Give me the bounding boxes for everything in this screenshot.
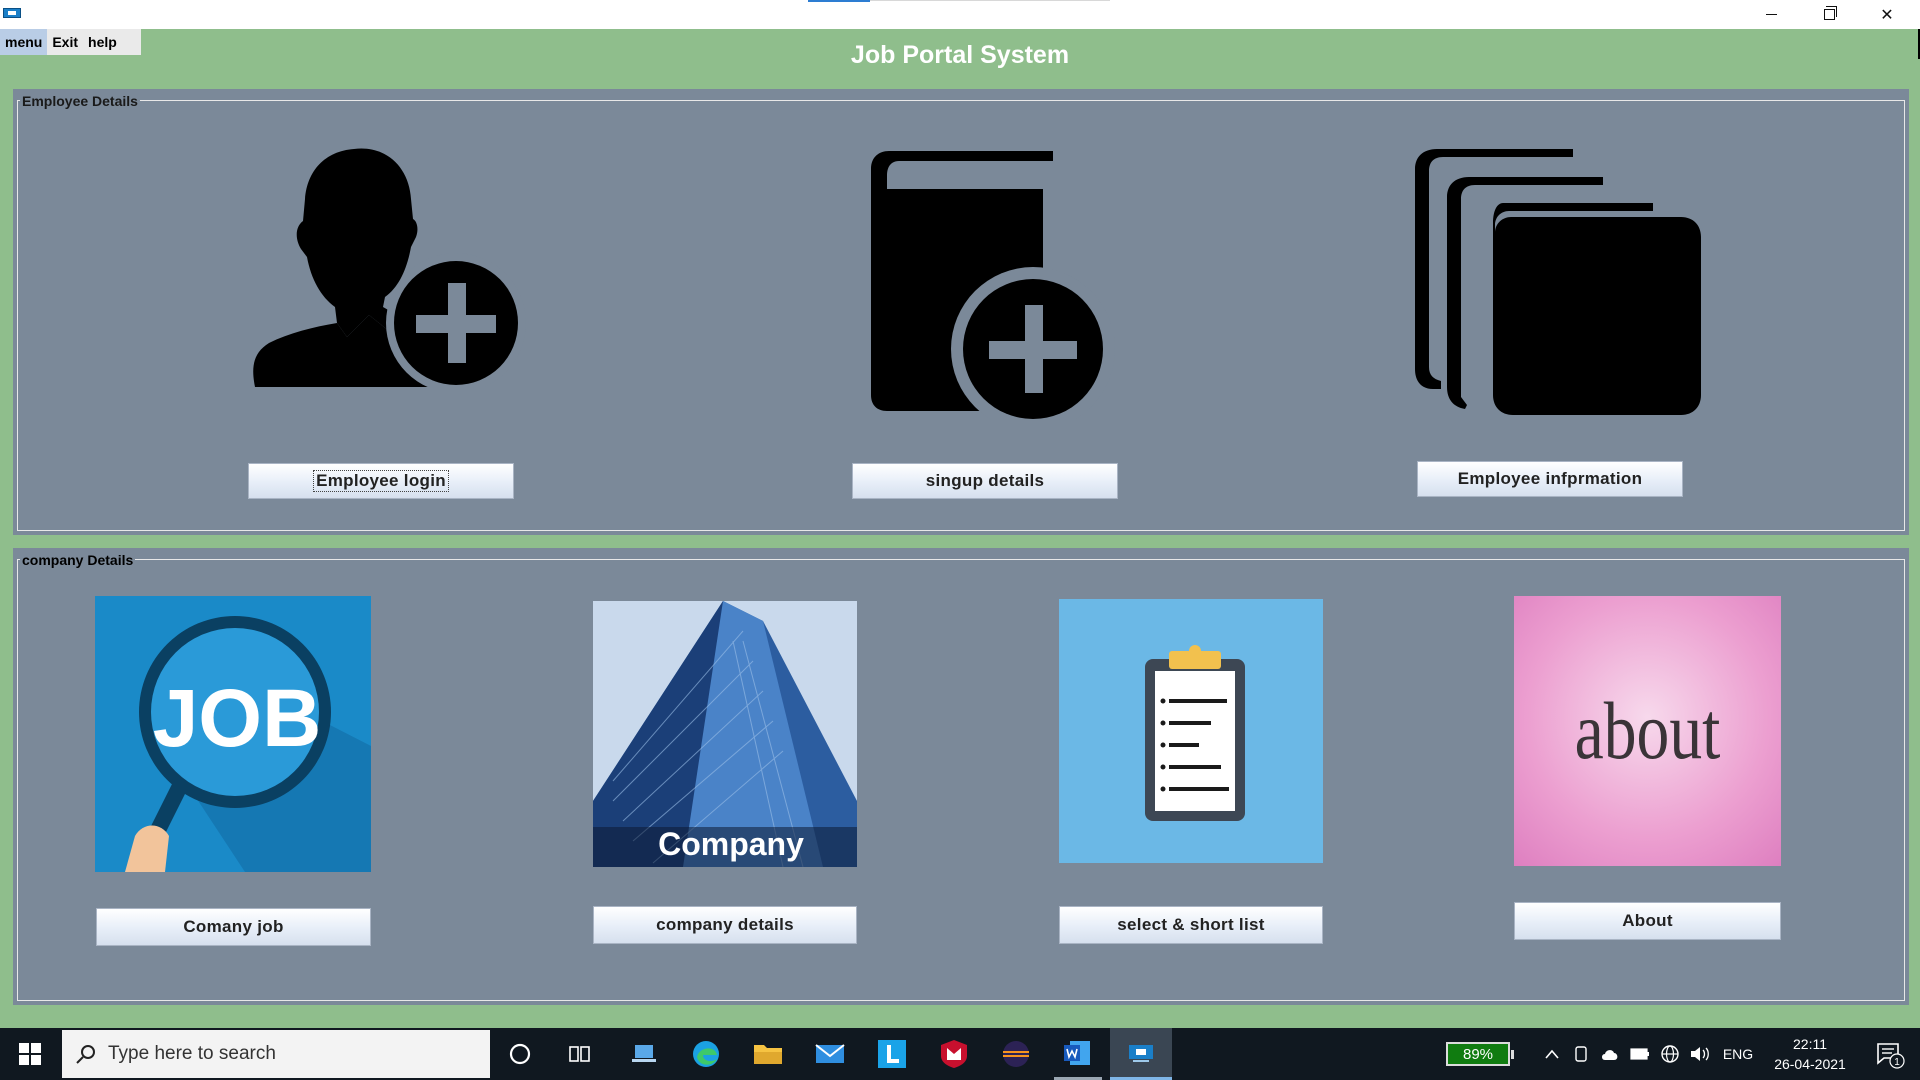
- search-placeholder: Type here to search: [108, 1043, 276, 1064]
- battery-indicator[interactable]: 89%: [1446, 1042, 1514, 1066]
- windows-taskbar: Type here to search 89% ENG 22:11 26-04-…: [0, 1028, 1920, 1080]
- clock-date: 26-04-2021: [1774, 1056, 1846, 1072]
- app-icon: [3, 8, 21, 18]
- panel-legend: Employee Details: [20, 93, 140, 109]
- eclipse-icon: [1003, 1041, 1029, 1067]
- select-shortlist-button[interactable]: select & short list: [1059, 906, 1323, 944]
- tray-weather-button[interactable]: [1596, 1028, 1624, 1080]
- employee-login-button[interactable]: Employee login: [248, 463, 514, 499]
- panel-legend: company Details: [20, 552, 136, 568]
- language-indicator[interactable]: ENG: [1716, 1028, 1760, 1080]
- add-book-icon[interactable]: [869, 149, 1119, 419]
- task-view-icon: [569, 1046, 590, 1062]
- select-shortlist-image[interactable]: [1059, 599, 1323, 863]
- employee-login-label: Employee login: [313, 470, 449, 492]
- restore-icon: [1823, 6, 1837, 20]
- employee-details-panel: Employee Details Employee login singup d…: [13, 89, 1909, 535]
- l-app-icon: [878, 1040, 906, 1068]
- signup-details-button[interactable]: singup details: [852, 463, 1118, 499]
- file-explorer-icon: [754, 1045, 782, 1064]
- company-details-panel: company Details JOB Company about Comany…: [13, 548, 1909, 1005]
- chevron-up-icon: [1545, 1049, 1559, 1059]
- cortana-button[interactable]: [496, 1028, 544, 1080]
- taskbar-mail-app[interactable]: [806, 1028, 854, 1080]
- taskbar-clock[interactable]: 22:11 26-04-2021: [1760, 1034, 1860, 1074]
- add-user-icon[interactable]: [251, 147, 531, 387]
- java-app-icon: [1129, 1044, 1153, 1062]
- company-job-button[interactable]: Comany job: [96, 908, 371, 946]
- close-icon: ✕: [1880, 6, 1894, 24]
- company-building-image[interactable]: Company: [593, 601, 857, 867]
- word-icon: [1064, 1040, 1090, 1065]
- company-job-image[interactable]: JOB: [95, 596, 371, 872]
- title-divider-line: [870, 0, 1110, 1]
- documents-icon[interactable]: [1413, 147, 1703, 417]
- search-icon: [76, 1045, 95, 1064]
- device-icon: [1575, 1046, 1587, 1062]
- page-title: Job Portal System: [850, 41, 1070, 69]
- tray-network-button[interactable]: [1656, 1028, 1684, 1080]
- window-title-bar: ✕: [0, 0, 1920, 29]
- taskbar-word-app[interactable]: [1054, 1028, 1102, 1080]
- taskbar-search-input[interactable]: Type here to search: [62, 1030, 490, 1078]
- cortana-icon: [509, 1043, 531, 1065]
- taskbar-edge-app[interactable]: [682, 1028, 730, 1080]
- app-header: menu Exit help Job Portal System: [0, 29, 1920, 89]
- cloud-icon: [1602, 1050, 1618, 1060]
- tray-overflow-button[interactable]: [1538, 1028, 1566, 1080]
- volume-icon: [1691, 1047, 1709, 1061]
- about-button[interactable]: About: [1514, 902, 1781, 940]
- clock-time: 22:11: [1793, 1036, 1827, 1052]
- job-image-text: JOB: [153, 673, 322, 764]
- title-accent-line: [808, 0, 870, 2]
- mcafee-icon: [941, 1040, 967, 1068]
- notification-icon: 1: [1877, 1043, 1905, 1069]
- taskbar-l-app[interactable]: [868, 1028, 916, 1080]
- globe-icon: [1661, 1045, 1679, 1063]
- battery-icon: [1630, 1048, 1649, 1060]
- mail-icon: [815, 1044, 845, 1063]
- tray-device-button[interactable]: [1568, 1028, 1594, 1080]
- windows-start-icon: [19, 1043, 41, 1065]
- tray-battery-button[interactable]: [1626, 1028, 1654, 1080]
- minimize-button[interactable]: [1742, 0, 1800, 29]
- close-button[interactable]: ✕: [1858, 0, 1916, 29]
- notification-center-button[interactable]: 1: [1866, 1028, 1914, 1080]
- minimize-icon: [1765, 14, 1777, 15]
- taskbar-file-explorer-app[interactable]: [744, 1028, 792, 1080]
- restore-button[interactable]: [1800, 0, 1858, 29]
- magnifier-icon: JOB: [125, 616, 371, 872]
- about-image-text: about: [1574, 685, 1721, 776]
- laptop-icon: [632, 1045, 656, 1062]
- tray-volume-button[interactable]: [1686, 1028, 1714, 1080]
- edge-icon: [693, 1041, 719, 1067]
- company-image-text: Company: [658, 826, 804, 862]
- task-view-button[interactable]: [556, 1028, 604, 1080]
- notification-count: 1: [1894, 1057, 1900, 1068]
- taskbar-eclipse-app[interactable]: [992, 1028, 1040, 1080]
- taskbar-laptop-app[interactable]: [620, 1028, 668, 1080]
- employee-information-button[interactable]: Employee infprmation: [1417, 461, 1683, 497]
- clipboard-icon: [1145, 645, 1245, 821]
- about-image[interactable]: about: [1514, 596, 1781, 866]
- company-details-button[interactable]: company details: [593, 906, 857, 944]
- taskbar-mcafee-app[interactable]: [930, 1028, 978, 1080]
- start-button[interactable]: [0, 1028, 60, 1080]
- taskbar-java-app[interactable]: [1110, 1028, 1172, 1080]
- building-icon: Company: [593, 601, 857, 867]
